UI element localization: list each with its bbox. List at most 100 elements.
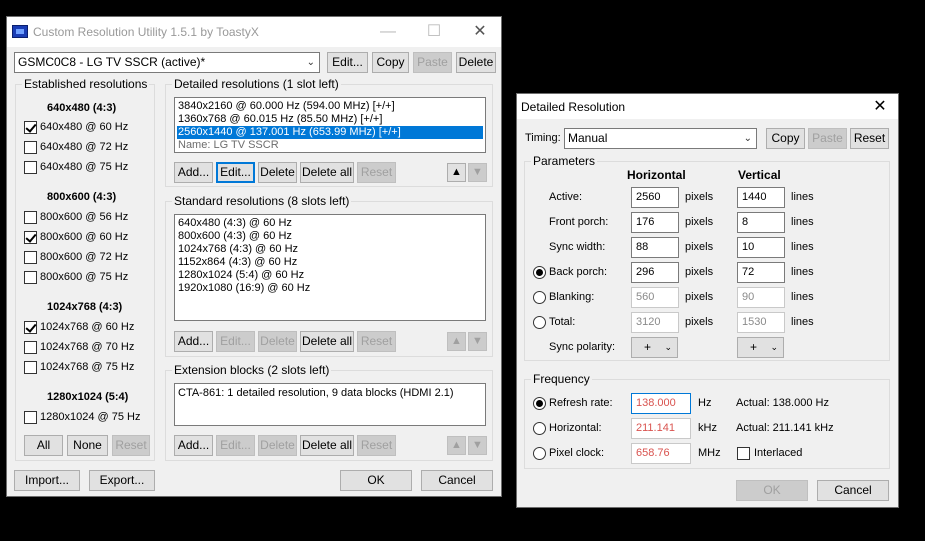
extension-list[interactable]: CTA-861: 1 detailed resolution, 9 data b… — [174, 383, 486, 426]
extension-item[interactable]: CTA-861: 1 detailed resolution, 9 data b… — [177, 387, 483, 400]
chk-640-60[interactable] — [24, 121, 37, 134]
sync-polarity-v-select[interactable]: + ⌄ — [737, 337, 784, 358]
timing-select[interactable]: Manual ⌄ — [564, 128, 757, 149]
move-up-icon[interactable]: ▲ — [447, 332, 466, 351]
monitor-select[interactable]: GSMC0C8 - LG TV SSCR (active)* ⌄ — [14, 52, 320, 73]
timing-select-value: Manual — [568, 131, 608, 145]
standard-add-button[interactable]: Add... — [174, 331, 213, 352]
chk-800-75[interactable] — [24, 271, 37, 284]
unit-lines: lines — [791, 316, 814, 328]
detailed-item-selected[interactable]: 2560x1440 @ 137.001 Hz (653.99 MHz) [+/+… — [177, 126, 483, 139]
detailed-item[interactable]: 1360x768 @ 60.015 Hz (85.50 MHz) [+/+] — [177, 113, 483, 126]
active-v-field[interactable]: 1440 — [737, 187, 785, 208]
active-h-field[interactable]: 2560 — [631, 187, 679, 208]
chk-800-60[interactable] — [24, 231, 37, 244]
detailed-edit-button[interactable]: Edit... — [216, 162, 255, 183]
top-copy-button[interactable]: Copy — [372, 52, 409, 73]
standard-item[interactable]: 1280x1024 (5:4) @ 60 Hz — [177, 269, 483, 282]
front-porch-h-field[interactable]: 176 — [631, 212, 679, 233]
pixel-clock-field[interactable]: 658.76 — [631, 443, 691, 464]
chk-1024-60[interactable] — [24, 321, 37, 334]
label-800-56: 800x600 @ 56 Hz — [40, 211, 129, 223]
move-down-icon[interactable]: ▼ — [468, 163, 487, 182]
standard-reset-button[interactable]: Reset — [357, 331, 396, 352]
unit-lines: lines — [791, 291, 814, 303]
est-reset-button[interactable]: Reset — [112, 435, 150, 456]
move-up-icon[interactable]: ▲ — [447, 163, 466, 182]
pixel-clock-radio[interactable] — [533, 447, 546, 460]
label-1280-75: 1280x1024 @ 75 Hz — [40, 411, 141, 423]
back-porch-radio[interactable] — [533, 266, 546, 279]
close-icon[interactable]: ✕ — [860, 94, 900, 119]
timing-paste-button[interactable]: Paste — [808, 128, 847, 149]
detailed-item[interactable]: 3840x2160 @ 60.000 Hz (594.00 MHz) [+/+] — [177, 100, 483, 113]
detailed-reset-button[interactable]: Reset — [357, 162, 396, 183]
export-button[interactable]: Export... — [89, 470, 155, 491]
horizontal-freq-field[interactable]: 211.141 — [631, 418, 691, 439]
sync-width-v-field[interactable]: 10 — [737, 237, 785, 258]
extension-edit-button[interactable]: Edit... — [216, 435, 255, 456]
est-all-button[interactable]: All — [24, 435, 63, 456]
interlaced-checkbox[interactable] — [737, 447, 750, 460]
blanking-v-field[interactable]: 90 — [737, 287, 785, 308]
move-down-icon[interactable]: ▼ — [468, 332, 487, 351]
move-up-icon[interactable]: ▲ — [447, 436, 466, 455]
detailed-delete-button[interactable]: Delete — [258, 162, 297, 183]
sync-width-h-field[interactable]: 88 — [631, 237, 679, 258]
extension-delete-all-button[interactable]: Delete all — [300, 435, 354, 456]
top-delete-button[interactable]: Delete — [456, 52, 496, 73]
main-titlebar[interactable]: Custom Resolution Utility 1.5.1 by Toast… — [7, 17, 501, 47]
top-paste-button[interactable]: Paste — [413, 52, 452, 73]
refresh-rate-field[interactable]: 138.000 — [631, 393, 691, 414]
est-none-button[interactable]: None — [67, 435, 108, 456]
total-radio[interactable] — [533, 316, 546, 329]
chk-800-72[interactable] — [24, 251, 37, 264]
standard-delete-all-button[interactable]: Delete all — [300, 331, 354, 352]
extension-reset-button[interactable]: Reset — [357, 435, 396, 456]
chk-1024-75[interactable] — [24, 361, 37, 374]
blanking-h-field[interactable]: 560 — [631, 287, 679, 308]
cancel-button[interactable]: Cancel — [421, 470, 493, 491]
extension-delete-button[interactable]: Delete — [258, 435, 297, 456]
sync-polarity-h-select[interactable]: + ⌄ — [631, 337, 678, 358]
standard-edit-button[interactable]: Edit... — [216, 331, 255, 352]
total-h-field[interactable]: 3120 — [631, 312, 679, 333]
standard-item[interactable]: 1920x1080 (16:9) @ 60 Hz — [177, 282, 483, 295]
standard-item[interactable]: 640x480 (4:3) @ 60 Hz — [177, 217, 483, 230]
standard-list[interactable]: 640x480 (4:3) @ 60 Hz 800x600 (4:3) @ 60… — [174, 214, 486, 321]
move-down-icon[interactable]: ▼ — [468, 436, 487, 455]
dialog-ok-button[interactable]: OK — [736, 480, 808, 501]
standard-item[interactable]: 800x600 (4:3) @ 60 Hz — [177, 230, 483, 243]
standard-delete-button[interactable]: Delete — [258, 331, 297, 352]
close-icon[interactable]: ✕ — [457, 17, 503, 47]
standard-item[interactable]: 1152x864 (4:3) @ 60 Hz — [177, 256, 483, 269]
chk-1280-75[interactable] — [24, 411, 37, 424]
timing-copy-button[interactable]: Copy — [766, 128, 805, 149]
detailed-delete-all-button[interactable]: Delete all — [300, 162, 354, 183]
dialog-cancel-button[interactable]: Cancel — [817, 480, 889, 501]
chk-1024-70[interactable] — [24, 341, 37, 354]
parameters-group: Parameters Horizontal Vertical Active: 2… — [524, 154, 890, 361]
maximize-icon[interactable]: ☐ — [411, 17, 457, 47]
extension-add-button[interactable]: Add... — [174, 435, 213, 456]
back-porch-v-field[interactable]: 72 — [737, 262, 785, 283]
horizontal-freq-radio[interactable] — [533, 422, 546, 435]
minimize-icon[interactable]: — — [365, 17, 411, 47]
detailed-add-button[interactable]: Add... — [174, 162, 213, 183]
import-button[interactable]: Import... — [14, 470, 80, 491]
standard-item[interactable]: 1024x768 (4:3) @ 60 Hz — [177, 243, 483, 256]
detailed-list[interactable]: 3840x2160 @ 60.000 Hz (594.00 MHz) [+/+]… — [174, 97, 486, 153]
chk-800-56[interactable] — [24, 211, 37, 224]
timing-reset-button[interactable]: Reset — [850, 128, 889, 149]
chk-640-75[interactable] — [24, 161, 37, 174]
chk-640-72[interactable] — [24, 141, 37, 154]
back-porch-h-field[interactable]: 296 — [631, 262, 679, 283]
unit-lines: lines — [791, 216, 814, 228]
front-porch-v-field[interactable]: 8 — [737, 212, 785, 233]
total-v-field[interactable]: 1530 — [737, 312, 785, 333]
refresh-rate-radio[interactable] — [533, 397, 546, 410]
dialog-titlebar[interactable]: Detailed Resolution ✕ — [517, 94, 898, 119]
ok-button[interactable]: OK — [340, 470, 412, 491]
blanking-radio[interactable] — [533, 291, 546, 304]
top-edit-button[interactable]: Edit... — [327, 52, 368, 73]
